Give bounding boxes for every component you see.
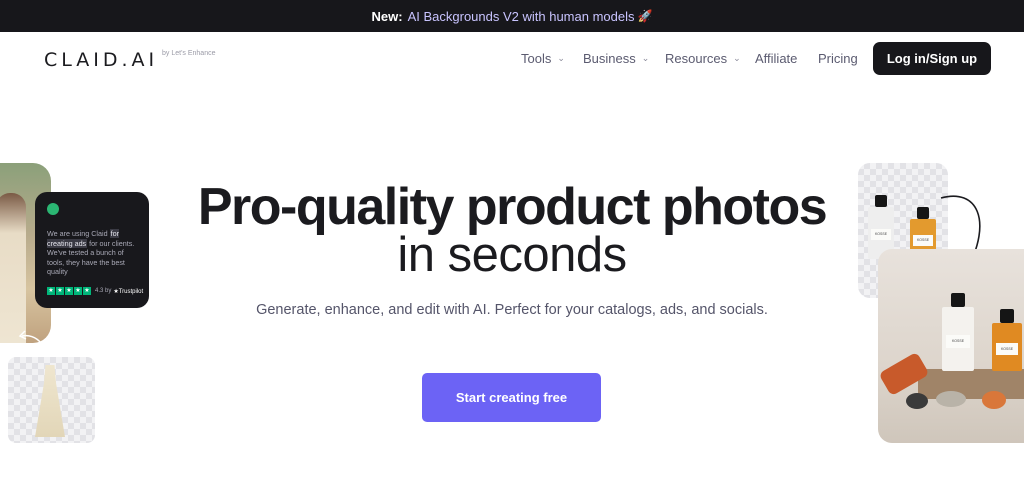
bottle-cap	[951, 293, 965, 307]
chevron-down-icon: ⌄	[733, 53, 741, 63]
nav-item-label: Pricing	[818, 51, 858, 66]
nav-item-resources[interactable]: Resources ⌄	[665, 51, 741, 66]
bottle-cap	[875, 195, 887, 207]
stone-slab	[918, 369, 1024, 399]
orange-pebble	[982, 391, 1006, 409]
curved-arrow-icon	[18, 330, 47, 357]
dress-image	[35, 365, 65, 437]
bottle-label: KOSSE	[871, 229, 891, 240]
nav-item-label: Affiliate	[755, 51, 798, 66]
announcement-bar[interactable]: New: AI Backgrounds V2 with human models…	[0, 0, 1024, 32]
start-creating-button[interactable]: Start creating free	[422, 373, 601, 422]
bottle-amber: KOSSE	[992, 309, 1022, 371]
login-signup-button[interactable]: Log in/Sign up	[873, 42, 991, 75]
bottle-label: KOSSE	[913, 235, 933, 246]
top-nav: CLAID.AI by Let's Enhance Tools ⌄ Busine…	[0, 32, 1024, 86]
star-icon: ★	[65, 287, 73, 295]
hero-description: Generate, enhance, and edit with AI. Per…	[256, 302, 768, 318]
bottle-label: KOSSE	[996, 343, 1018, 355]
trustpilot-logo: ★Trustpilot	[113, 288, 144, 295]
bottle-cap	[917, 207, 929, 219]
announcement-new-label: New:	[371, 8, 403, 24]
product-scene-photo: KOSSE KOSSE	[878, 249, 1024, 443]
bottle-cap	[1000, 309, 1014, 323]
announcement-message[interactable]: AI Backgrounds V2 with human models	[408, 9, 635, 24]
nav-item-affiliate[interactable]: Affiliate	[755, 51, 797, 66]
trustpilot-rating: ★ ★ ★ ★ ★ 4.3 by ★Trustpilot	[47, 287, 143, 295]
logo-subtitle: by Let's Enhance	[162, 50, 216, 57]
star-icon: ★	[47, 287, 55, 295]
chevron-down-icon: ⌄	[641, 53, 650, 63]
nav-item-tools[interactable]: Tools ⌄	[521, 51, 565, 66]
nav-item-pricing[interactable]: Pricing	[818, 51, 858, 66]
nav-item-label: Business	[583, 51, 636, 66]
bottle-label: KOSSE	[946, 335, 970, 348]
nav-item-business[interactable]: Business ⌄	[583, 51, 649, 66]
grey-pebble	[936, 391, 966, 407]
dress-cutout	[8, 357, 95, 443]
rocket-icon: 🚀	[637, 9, 653, 23]
dark-pebble	[906, 393, 928, 409]
nav-item-label: Tools	[521, 51, 552, 66]
rating-value: 4.3 by	[95, 288, 112, 294]
nav-item-label: Resources	[665, 51, 728, 66]
logo[interactable]: CLAID.AI	[44, 49, 158, 71]
chevron-down-icon: ⌄	[557, 53, 565, 63]
star-icon: ★	[83, 287, 91, 295]
bottle-clear: KOSSE	[942, 293, 974, 371]
star-icon: ★	[56, 287, 64, 295]
star-icon: ★	[74, 287, 82, 295]
